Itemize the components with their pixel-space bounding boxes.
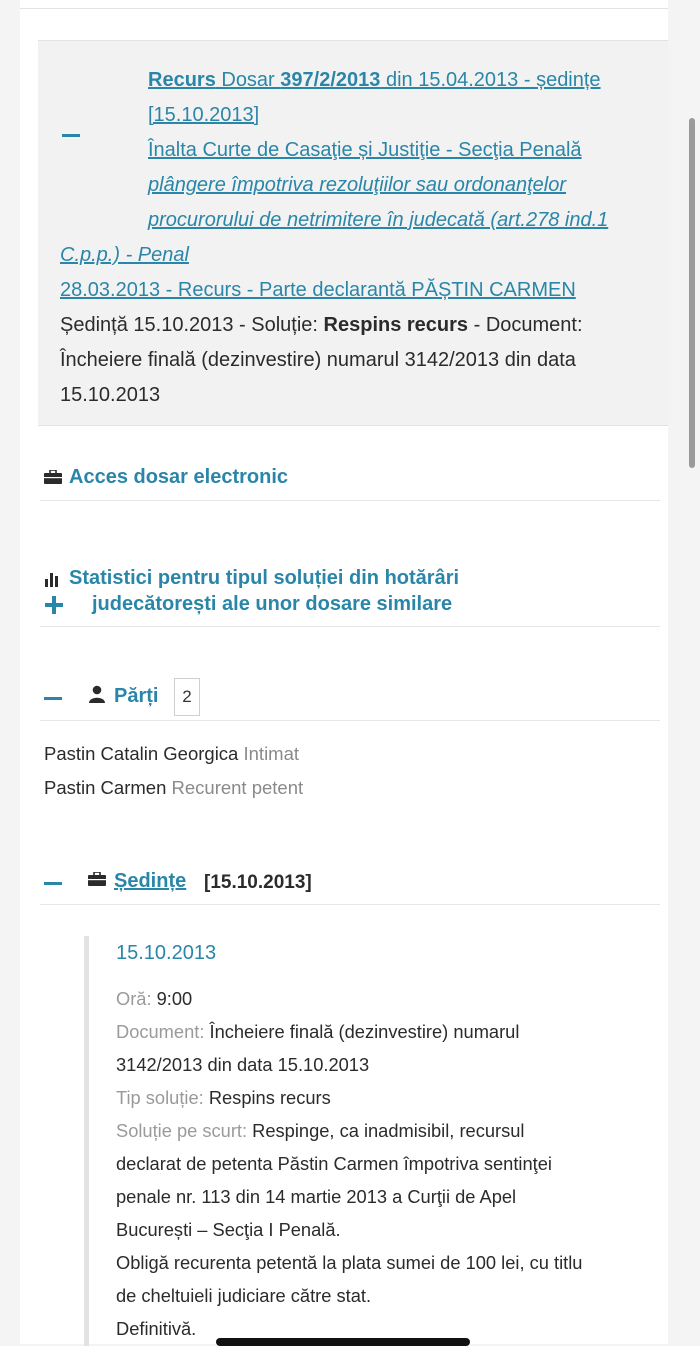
solutie-line: București – Secţia I Penală.: [116, 1219, 341, 1240]
bar-chart-icon: [45, 573, 58, 587]
expand-plus-icon[interactable]: [44, 595, 64, 615]
case-filing-link[interactable]: 28.03.2013 - Recurs - Parte declarantă P…: [60, 273, 682, 308]
case-title-link[interactable]: Recurs Dosar 397/2/2013 din 15.04.2013 -…: [60, 63, 682, 98]
sedinte-dates: [15.10.2013]: [204, 872, 312, 893]
previous-card-edge: [20, 0, 668, 9]
sedinta-solutie-pe-scurt: Soluție pe scurt: Respinge, ca inadmisib…: [116, 1120, 525, 1141]
case-summary-text: Recurs Dosar 397/2/2013 din 15.04.2013 -…: [60, 63, 682, 413]
acces-dosar-electronic-link[interactable]: Acces dosar electronic: [69, 466, 288, 489]
separator: [40, 720, 660, 721]
sedinta-document: Document: Încheiere finală (dezinvestire…: [116, 1021, 520, 1042]
vertical-scrollbar[interactable]: [689, 118, 695, 468]
case-session-document: Încheiere finală (dezinvestire) numarul …: [60, 349, 576, 371]
sedinta-tip-solutie: Tip soluție: Respins recurs: [116, 1087, 331, 1108]
statistici-link-line-1[interactable]: Statistici pentru tipul soluției din hot…: [69, 567, 459, 590]
separator: [40, 500, 660, 501]
separator: [40, 626, 660, 627]
solutie-line: Obligă recurenta petentă la plata sumei …: [116, 1252, 583, 1273]
collapse-parti-minus-icon[interactable]: [44, 697, 62, 700]
sedinta-ora: Oră: 9:00: [116, 988, 193, 1009]
sedinta-details-text: Oră: 9:00 Document: Încheiere finală (de…: [116, 982, 676, 1345]
case-object-line-3[interactable]: C.p.p.) - Penal: [60, 238, 682, 273]
case-session-summary: Ședință 15.10.2013 - Soluție: Respins re…: [60, 314, 583, 336]
case-court-link[interactable]: Înalta Curte de Casaţie și Justiţie - Se…: [60, 133, 682, 168]
party-item: Pastin Carmen Recurent petent: [44, 777, 304, 798]
sedinta-detail: 15.10.2013 Oră: 9:00 Document: Încheiere…: [84, 936, 665, 1346]
case-object-line-2[interactable]: procurorului de netrimitere în judecată …: [60, 203, 682, 238]
sedinta-document-cont: 3142/2013 din data 15.10.2013: [116, 1054, 370, 1075]
sedinta-date: 15.10.2013: [116, 942, 217, 964]
party-item: Pastin Catalin Georgica Intimat: [44, 743, 300, 764]
parti-count-badge: 2: [174, 678, 200, 716]
case-object-line-1[interactable]: plângere împotriva rezoluţiilor sau ordo…: [60, 168, 682, 203]
solutie-line: declarat de petenta Păstin Carmen împotr…: [116, 1153, 552, 1174]
solutie-line: de cheltuieli judiciare către stat.: [116, 1285, 372, 1306]
solutie-line: penale nr. 113 din 14 martie 2013 a Curţ…: [116, 1186, 517, 1207]
user-icon: [89, 685, 105, 703]
separator: [40, 904, 660, 905]
sedinte-section-link[interactable]: Ședințe: [114, 870, 186, 893]
home-indicator: [216, 1338, 470, 1346]
case-summary-panel: Recurs Dosar 397/2/2013 din 15.04.2013 -…: [38, 40, 668, 426]
page-container: Recurs Dosar 397/2/2013 din 15.04.2013 -…: [20, 0, 668, 1346]
briefcase-icon: [44, 470, 62, 484]
collapse-sedinte-minus-icon[interactable]: [44, 882, 62, 885]
case-hearings-link[interactable]: [15.10.2013]: [60, 98, 682, 133]
case-session-document-date: 15.10.2013: [60, 384, 161, 406]
parti-section-link[interactable]: Părți: [114, 685, 158, 708]
briefcase-icon: [88, 872, 106, 886]
statistici-link-line-2[interactable]: judecătorești ale unor dosare similare: [92, 593, 452, 616]
